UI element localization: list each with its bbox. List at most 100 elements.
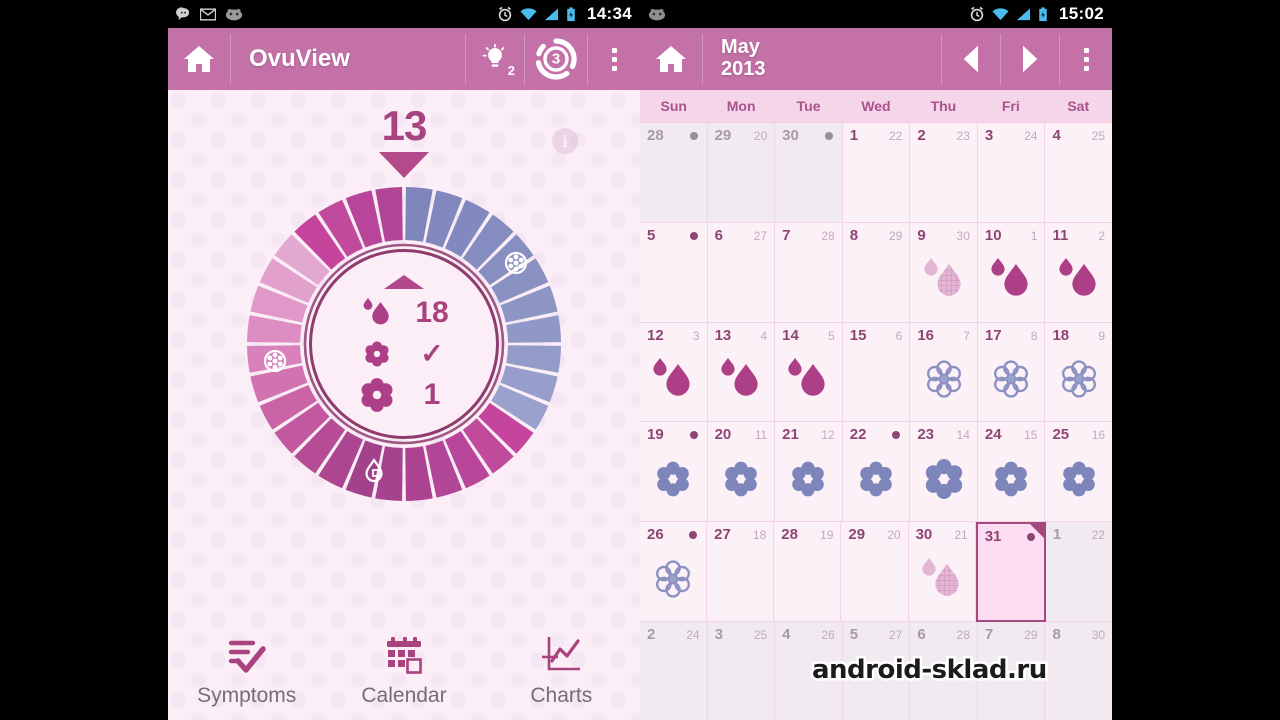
symptoms-checklist-icon [228, 640, 266, 673]
cycle-day-number: 24 [686, 628, 700, 643]
calendar-day-cell[interactable]: 30 [775, 123, 843, 223]
overflow-menu-button[interactable] [588, 28, 640, 90]
battery-icon [567, 6, 575, 21]
calendar-day-cell[interactable]: 1 22 [842, 123, 911, 223]
cycle-day-number: 29 [1024, 628, 1038, 643]
info-icon[interactable]: i [552, 128, 578, 154]
calendar-day-cell[interactable]: 14 5 [775, 322, 843, 423]
day-number: 3 [714, 626, 723, 644]
calendar-day-cell[interactable]: 16 7 [910, 322, 978, 423]
day-number: 16 [917, 326, 934, 344]
day-number: 5 [647, 226, 656, 244]
calendar-day-cell[interactable]: 29 20 [707, 123, 776, 223]
cycle-day-number: 6 [895, 328, 903, 343]
calendar-day-cell[interactable]: 2 23 [910, 123, 978, 223]
cycle-day-number: 19 [820, 528, 834, 543]
day-number: 1 [849, 127, 859, 144]
previous-month-button[interactable] [942, 28, 1000, 90]
calendar-day-cell[interactable]: 30 21 [908, 522, 976, 623]
day-number: 9 [917, 226, 926, 244]
cycle-button[interactable]: 3 [525, 28, 587, 90]
bottom-navigation: Symptoms Calendar Charts [168, 602, 640, 720]
cycle-summary-rows: 18 ✓ 1 [357, 294, 451, 413]
calendar-day-cell[interactable]: 10 1 [977, 222, 1046, 323]
calendar-day-cell[interactable]: 28 [640, 123, 708, 223]
signal-icon [544, 7, 559, 20]
tips-button[interactable]: 2 [466, 28, 524, 90]
calendar-day-cell[interactable]: 20 11 [707, 422, 776, 523]
cycle-day-number: 27 [888, 628, 903, 643]
cycle-start-dot-icon [689, 132, 698, 140]
calendar-day-cell[interactable]: 8 29 [842, 222, 911, 323]
summary-value: ✓ [420, 337, 444, 369]
next-month-button[interactable] [1001, 28, 1059, 90]
calendar-day-cell[interactable]: 21 12 [775, 422, 843, 523]
fertile-flower-outline-icon [926, 360, 961, 398]
calendar-day-cell[interactable]: 26 [640, 522, 708, 623]
nav-item-charts[interactable]: Charts [483, 635, 640, 720]
cycle-day-number: 11 [754, 428, 768, 443]
home-icon [656, 46, 686, 72]
left-phone-screen: 14:34 OvuView 2 3 13 i 18 ✓ 1 Symptoms C… [168, 0, 640, 720]
day-number: 10 [984, 226, 1002, 244]
calendar-day-cell[interactable]: 12 3 [640, 322, 708, 423]
day-number: 31 [984, 528, 1002, 546]
cycle-wheel[interactable]: 18 ✓ 1 [243, 183, 565, 505]
calendar-day-cell[interactable]: 6 27 [707, 222, 776, 323]
chat-bubble-icon [176, 6, 190, 20]
cycle-day-number: 29 [888, 228, 903, 243]
home-button[interactable] [168, 28, 230, 90]
calendar-day-cell[interactable]: 2 24 [640, 622, 708, 720]
calendar-day-cell[interactable]: 11 2 [1045, 222, 1112, 323]
calendar-day-cell[interactable]: 3 25 [707, 622, 776, 720]
right-phone-screen: 15:02 May 2013 Sun Mon Tue Wed Thu Fri S… [640, 0, 1112, 720]
calendar-day-cell[interactable]: 5 [640, 222, 708, 323]
calendar-day-cell[interactable]: 1 22 [1045, 522, 1112, 623]
calendar-day-cell[interactable]: 4 25 [1045, 123, 1112, 223]
right-status-clock: 15:02 [1059, 4, 1104, 23]
small-flower-icon [357, 339, 397, 369]
cycle-wheel-panel: 13 i 18 ✓ 1 Symptoms Calendar Charts [168, 90, 640, 720]
day-number: 3 [984, 127, 994, 144]
calendar-day-cell[interactable]: 13 4 [707, 322, 776, 423]
fertile-flower-icon [995, 461, 1027, 497]
calendar-day-cell[interactable]: 31 [975, 522, 1046, 623]
cyanogen-icon [648, 8, 666, 20]
today-caret-icon [384, 275, 424, 289]
day-number: 25 [1052, 426, 1070, 444]
day-number: 8 [849, 226, 859, 244]
nav-item-calendar[interactable]: Calendar [325, 635, 482, 720]
day-number: 28 [781, 526, 798, 544]
cycle-day-number: 15 [1024, 428, 1038, 443]
calendar-day-cell[interactable]: 24 15 [977, 422, 1046, 523]
day-number: 29 [714, 127, 732, 144]
overflow-menu-button[interactable] [1060, 28, 1112, 90]
day-number: 7 [782, 226, 791, 244]
calendar-day-cell[interactable]: 17 8 [977, 322, 1046, 423]
calendar-day-cell[interactable]: 15 6 [842, 322, 911, 423]
alarm-icon [970, 6, 984, 22]
calendar-day-cell[interactable]: 27 18 [707, 522, 775, 623]
calendar-day-cell[interactable]: 28 19 [774, 522, 842, 623]
calendar-day-cell[interactable]: 8 30 [1045, 622, 1112, 720]
calendar-day-cell[interactable]: 22 [842, 422, 911, 523]
cycle-day-number: 5 [828, 328, 835, 343]
calendar-day-cell[interactable]: 25 16 [1045, 422, 1112, 523]
calendar-day-cell[interactable]: 23 14 [910, 422, 978, 523]
cycle-day-number: 9 [1098, 328, 1106, 343]
calendar-day-cell[interactable]: 3 24 [977, 123, 1046, 223]
droplets-icon [991, 258, 1028, 296]
day-number: 27 [714, 526, 731, 544]
calendar-week-row: 19 20 11 21 12 22 23 14 24 15 25 16 [640, 422, 1112, 523]
ovulation-flower-icon [925, 458, 962, 499]
home-button[interactable] [640, 28, 702, 90]
calendar-day-cell[interactable]: 18 9 [1045, 322, 1112, 423]
calendar-week-row: 12 3 13 4 14 5 15 6 16 7 17 8 18 9 [640, 322, 1112, 423]
calendar-day-cell[interactable]: 29 20 [841, 522, 909, 623]
summary-value: 1 [423, 377, 441, 411]
right-status-notification-icons [648, 8, 666, 21]
calendar-day-cell[interactable]: 19 [640, 422, 708, 523]
calendar-day-cell[interactable]: 7 28 [775, 222, 843, 323]
nav-item-symptoms[interactable]: Symptoms [168, 635, 325, 720]
calendar-day-cell[interactable]: 9 30 [910, 222, 978, 323]
